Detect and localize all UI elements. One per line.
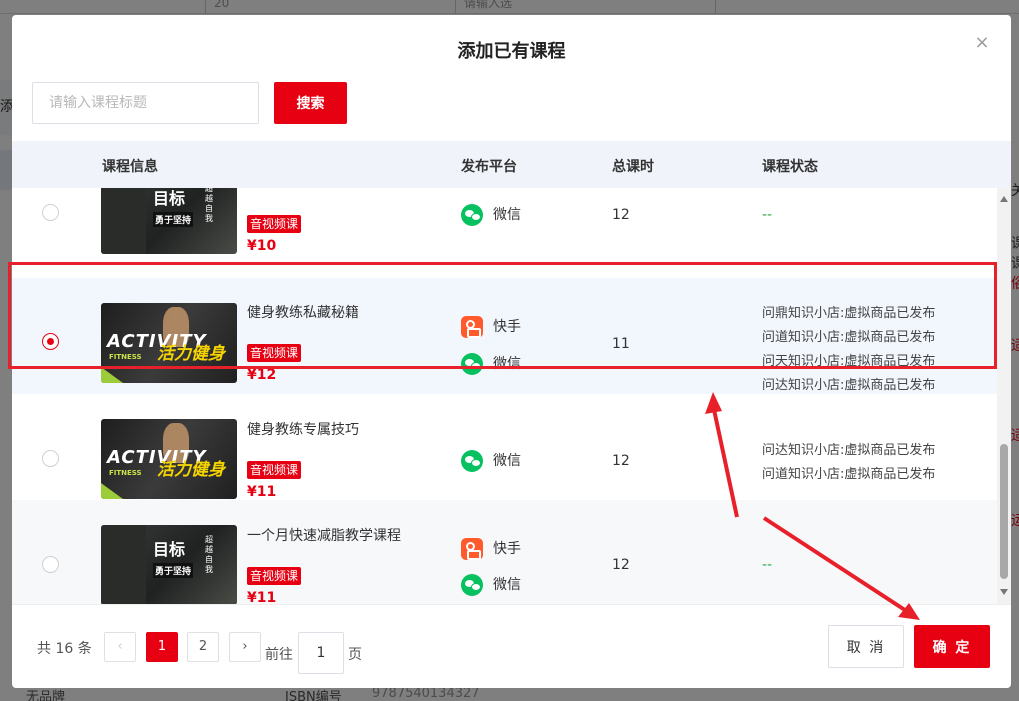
page-button-2[interactable]: 2 <box>187 632 219 662</box>
course-hours: 12 <box>612 207 630 223</box>
course-type-tag: 音视频课 <box>247 215 302 233</box>
platform-label: 快手 <box>493 541 521 557</box>
platform-label: 微信 <box>493 453 521 469</box>
thumbnail-side-text: 活力健身 <box>157 460 225 480</box>
thumbnail-subtext: 勇于坚持 <box>153 212 194 227</box>
status-line: 问达知识小店:虚拟商品已发布 <box>762 443 936 458</box>
course-type-tag: 音视频课 <box>247 567 302 585</box>
table-row[interactable]: 目标 勇于坚持 超越自我 一个月快速减脂教学课程 音视频课 ¥11 快手 微信 … <box>12 500 997 604</box>
search-button[interactable]: 搜索 <box>274 82 347 124</box>
course-price: ¥12 <box>247 367 277 383</box>
header-course-info: 课程信息 <box>102 159 158 175</box>
course-price: ¥11 <box>247 484 277 500</box>
next-page-button[interactable]: › <box>229 632 261 662</box>
total-count: 共 16 条 <box>37 641 92 657</box>
wechat-icon <box>461 574 483 596</box>
row-radio[interactable] <box>42 556 59 573</box>
cancel-button[interactable]: 取 消 <box>828 625 904 668</box>
course-title: 健身教练专属技巧 <box>247 422 359 438</box>
page-unit-label: 页 <box>348 647 362 663</box>
course-status: -- <box>762 207 773 223</box>
thumbnail-subtext: 勇于坚持 <box>153 563 194 578</box>
page-button-1[interactable]: 1 <box>146 632 178 662</box>
course-status: -- <box>762 557 773 573</box>
scroll-down-icon[interactable] <box>1000 589 1008 595</box>
confirm-button[interactable]: 确 定 <box>914 625 990 668</box>
course-thumbnail: 目标 勇于坚持 超越自我 <box>101 525 237 604</box>
table-header: 课程信息 发布平台 总课时 课程状态 <box>12 141 1011 188</box>
thumbnail-text: 目标 <box>153 540 186 559</box>
course-price: ¥11 <box>247 590 277 604</box>
prev-page-button[interactable]: ‹ <box>104 632 136 662</box>
course-hours: 12 <box>612 557 630 573</box>
close-icon[interactable]: × <box>972 33 992 53</box>
course-title-search-input[interactable] <box>32 82 259 124</box>
scrollbar-thumb[interactable] <box>1000 444 1008 579</box>
course-hours: 12 <box>612 453 630 469</box>
annotation-highlight-box <box>8 262 997 369</box>
course-thumbnail: 目标 勇于坚持 超越自我 <box>101 188 237 254</box>
footer-divider <box>12 604 1011 605</box>
table-scrollbar[interactable] <box>997 188 1011 604</box>
course-table-body[interactable]: 目标 勇于坚持 超越自我 音视频课 ¥10 微信 12 -- ACTIVITY … <box>12 188 997 604</box>
platform-label: 微信 <box>493 577 521 593</box>
thumbnail-side-text: 超越自我 <box>205 535 213 574</box>
platform-label: 微信 <box>493 207 521 223</box>
status-line: 问达知识小店:虚拟商品已发布 <box>762 378 936 393</box>
goto-page-input[interactable] <box>298 632 344 674</box>
header-total-hours: 总课时 <box>612 159 654 175</box>
course-thumbnail: ACTIVITY FITNESS 活力健身 <box>101 419 237 499</box>
scroll-up-icon[interactable] <box>1000 196 1008 202</box>
table-row[interactable]: ACTIVITY FITNESS 活力健身 健身教练专属技巧 音视频课 ¥11 … <box>12 394 997 500</box>
course-type-tag: 音视频课 <box>247 461 302 479</box>
thumbnail-text: 目标 <box>153 189 186 208</box>
thumbnail-subtext: FITNESS <box>109 469 142 477</box>
thumbnail-side-text: 超越自我 <box>205 188 213 223</box>
header-platform: 发布平台 <box>461 159 517 175</box>
row-radio[interactable] <box>42 450 59 467</box>
wechat-icon <box>461 204 483 226</box>
wechat-icon <box>461 450 483 472</box>
kuaishou-icon <box>461 538 483 560</box>
course-title: 一个月快速减脂教学课程 <box>247 528 401 544</box>
goto-label: 前往 <box>265 647 293 663</box>
row-radio[interactable] <box>42 204 59 221</box>
dialog-title: 添加已有课程 <box>457 41 566 62</box>
header-course-status: 课程状态 <box>762 159 818 175</box>
status-line: 问道知识小店:虚拟商品已发布 <box>762 467 936 482</box>
course-price: ¥10 <box>247 238 277 254</box>
